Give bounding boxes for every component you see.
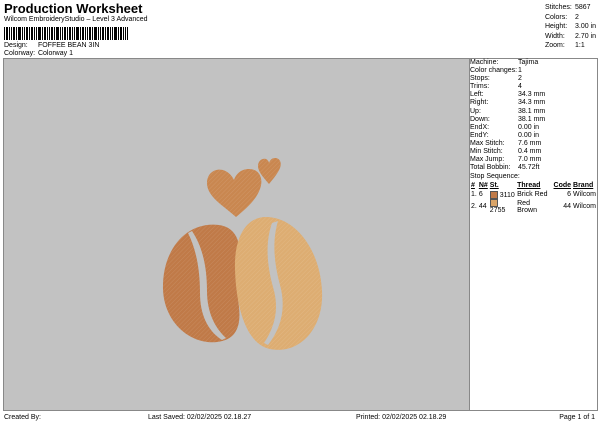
table-header-row: # N# St. Thread Code Brand bbox=[470, 181, 597, 190]
specs-panel: Machine: Tajima Color changes: 1 Stops: 2 T… bbox=[469, 58, 598, 411]
spec-endy: EndY: 0.00 in bbox=[470, 131, 540, 139]
color-swatch bbox=[489, 190, 498, 199]
stat-colors: Colors: 2 bbox=[545, 13, 579, 21]
stat-stitches: Stitches: 5867 bbox=[545, 4, 591, 11]
color-swatch bbox=[489, 199, 498, 208]
footer: Created By: Last Saved: 02/02/2025 02.18… bbox=[3, 410, 597, 423]
table-row: 2. 44 2755 Red Brown 44 Wilcom bbox=[471, 199, 596, 215]
spec-left: Left: 34.3 mm bbox=[470, 91, 546, 99]
spec-trims: Trims: 4 bbox=[470, 83, 522, 91]
spec-total-bobbin: Total Bobbin: 45.72ft bbox=[470, 164, 540, 172]
design-preview-panel bbox=[3, 58, 470, 411]
colorway-label: Colorway: bbox=[4, 50, 36, 57]
spec-max-jump: Max Jump: 7.0 mm bbox=[470, 156, 542, 164]
design-line: Design: FOFFEE BEAN 3IN bbox=[4, 42, 99, 49]
spec-up: Up: 38.1 mm bbox=[470, 107, 546, 115]
spec-down: Down: 38.1 mm bbox=[470, 115, 546, 123]
coffee-bean-design bbox=[162, 158, 323, 350]
design-name: FOFFEE BEAN 3IN bbox=[37, 42, 100, 49]
spec-min-stitch: Min Stitch: 0.4 mm bbox=[470, 148, 542, 156]
stat-width: Width: 2.70 in bbox=[545, 32, 597, 40]
col-header-brand: Brand bbox=[573, 182, 594, 190]
col-header-needle: N# bbox=[478, 182, 488, 190]
table-row: 1. 6 3110 Brick Red 6 Wilcom bbox=[471, 190, 596, 199]
spec-max-stitch: Max Stitch: 7.6 mm bbox=[470, 139, 542, 147]
stop-sequence-title: Stop Sequence: bbox=[470, 173, 520, 181]
last-saved: Last Saved: 02/02/2025 02.18.27 bbox=[148, 414, 252, 421]
printed-date: Printed: 02/02/2025 02.18.29 bbox=[356, 414, 447, 421]
col-header-st: St. bbox=[489, 182, 499, 190]
page-number: Page 1 of 1 bbox=[559, 414, 595, 421]
colorway-name: Colorway 1 bbox=[37, 50, 73, 57]
col-header-code: Code bbox=[553, 182, 572, 190]
created-by: Created By: bbox=[4, 414, 41, 421]
spec-right: Right: 34.3 mm bbox=[470, 99, 546, 107]
spec-machine: Machine: Tajima bbox=[470, 59, 539, 66]
spec-color-changes: Color changes: 1 bbox=[470, 67, 522, 75]
design-label: Design: bbox=[4, 42, 28, 49]
col-header-thread: Thread bbox=[517, 182, 541, 190]
spec-endx: EndX: 0.00 in bbox=[470, 123, 540, 131]
page-title: Production Worksheet bbox=[4, 1, 143, 16]
col-header-num: # bbox=[471, 182, 475, 190]
spec-stops: Stops: 2 bbox=[470, 75, 522, 83]
stat-height: Height: 3.00 in bbox=[545, 23, 597, 30]
colorway-line: Colorway: Colorway 1 bbox=[4, 50, 73, 57]
software-subtitle: Wilcom EmbroideryStudio – Level 3 Advanc… bbox=[4, 16, 148, 23]
barcode bbox=[4, 27, 128, 40]
stop-sequence-table: # N# St. Thread Code Brand 1. 6 3110 Bri… bbox=[470, 181, 597, 214]
top-stats: Stitches: 5867 Colors: 2 Height: 3.00 in Wi… bbox=[545, 3, 596, 51]
stat-zoom: Zoom: 1:1 bbox=[545, 42, 585, 49]
